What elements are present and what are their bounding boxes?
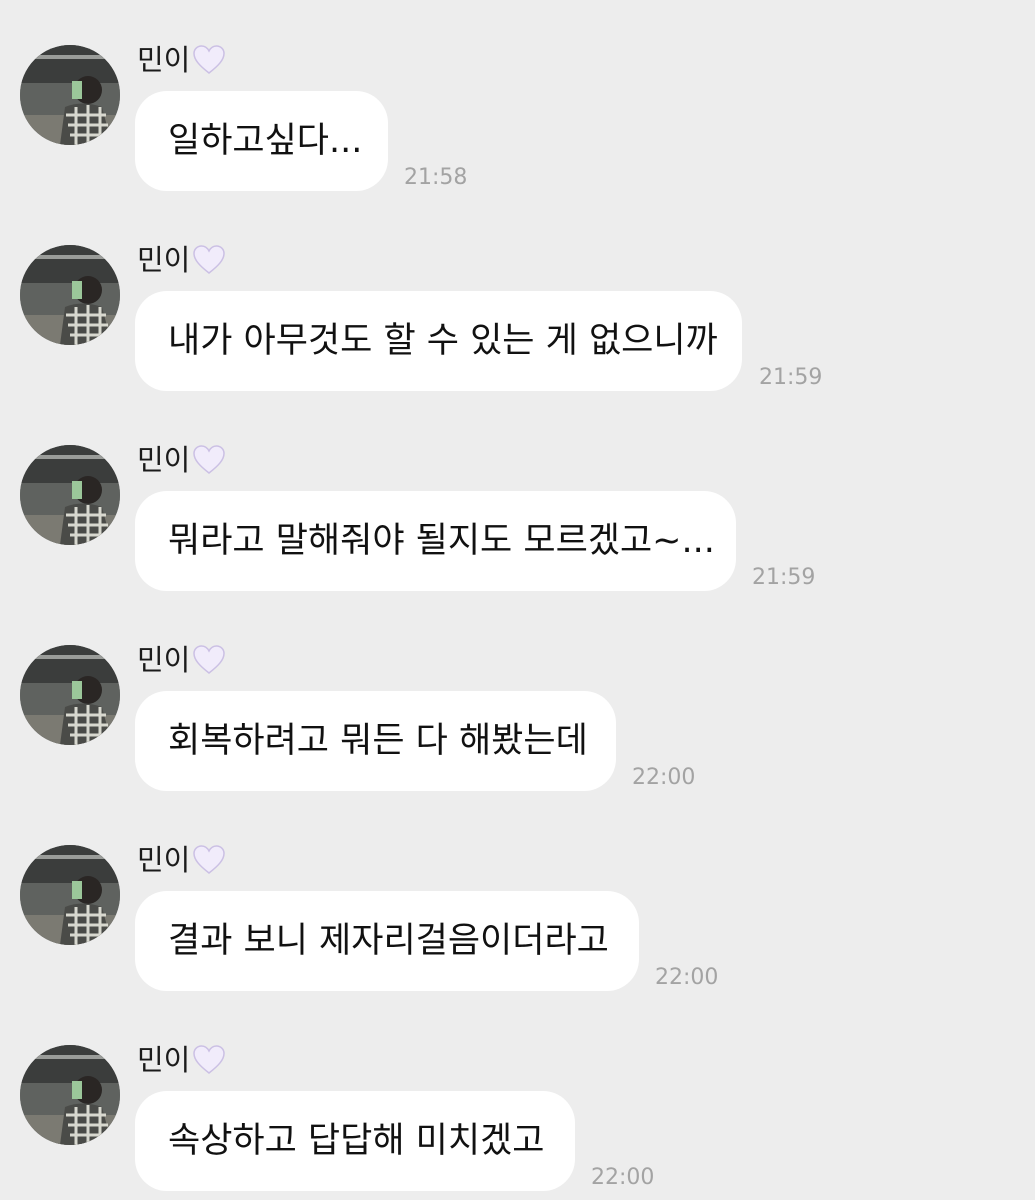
message-bubble[interactable]: 뭐라고 말해줘야 될지도 모르겠고~... [135,491,736,591]
message-timestamp: 22:00 [632,765,696,790]
avatar[interactable] [20,645,120,745]
message-text: 뭐라고 말해줘야 될지도 모르겠고~... [168,521,715,561]
sender-row: 민이 [137,1040,227,1080]
message-bubble[interactable]: 회복하려고 뭐든 다 해봤는데 [135,691,616,791]
message-group: 민이 회복하려고 뭐든 다 해봤는데 22:00 [0,600,1035,800]
sender-name: 민이 [137,643,191,677]
sender-name: 민이 [137,243,191,277]
avatar[interactable] [20,1045,120,1145]
message-timestamp: 21:58 [404,165,468,190]
sender-name: 민이 [137,1043,191,1077]
white-heart-icon [191,42,227,78]
white-heart-icon [191,642,227,678]
message-text: 일하고싶다... [168,121,363,161]
sender-row: 민이 [137,840,227,880]
avatar[interactable] [20,445,120,545]
sender-name: 민이 [137,43,191,77]
message-group: 민이 결과 보니 제자리걸음이더라고 22:00 [0,800,1035,1000]
white-heart-icon [191,842,227,878]
white-heart-icon [191,1042,227,1078]
avatar[interactable] [20,45,120,145]
message-group: 민이 내가 아무것도 할 수 있는 게 없으니까 21:59 [0,200,1035,400]
message-bubble[interactable]: 일하고싶다... [135,91,388,191]
message-text: 속상하고 답답해 미치겠고 [168,1121,545,1161]
message-bubble[interactable]: 속상하고 답답해 미치겠고 [135,1091,575,1191]
message-text: 내가 아무것도 할 수 있는 게 없으니까 [168,321,718,361]
sender-row: 민이 [137,640,227,680]
message-bubble[interactable]: 내가 아무것도 할 수 있는 게 없으니까 [135,291,742,391]
sender-row: 민이 [137,440,227,480]
message-group: 민이 일하고싶다... 21:58 [0,0,1035,200]
sender-row: 민이 [137,240,227,280]
avatar[interactable] [20,245,120,345]
message-text: 회복하려고 뭐든 다 해봤는데 [168,721,588,761]
chat-message-list[interactable]: 민이 일하고싶다... 21:58 민이 내가 아무것도 할 수 있는 게 없으… [0,0,1035,1200]
message-group: 민이 뭐라고 말해줘야 될지도 모르겠고~... 21:59 [0,400,1035,600]
message-timestamp: 21:59 [759,365,823,390]
white-heart-icon [191,442,227,478]
sender-name: 민이 [137,443,191,477]
sender-name: 민이 [137,843,191,877]
message-text: 결과 보니 제자리걸음이더라고 [168,921,609,961]
message-timestamp: 21:59 [752,565,816,590]
message-group: 민이 속상하고 답답해 미치겠고 22:00 [0,1000,1035,1200]
sender-row: 민이 [137,40,227,80]
white-heart-icon [191,242,227,278]
message-bubble[interactable]: 결과 보니 제자리걸음이더라고 [135,891,639,991]
avatar[interactable] [20,845,120,945]
message-timestamp: 22:00 [655,965,719,990]
message-timestamp: 22:00 [591,1165,655,1190]
